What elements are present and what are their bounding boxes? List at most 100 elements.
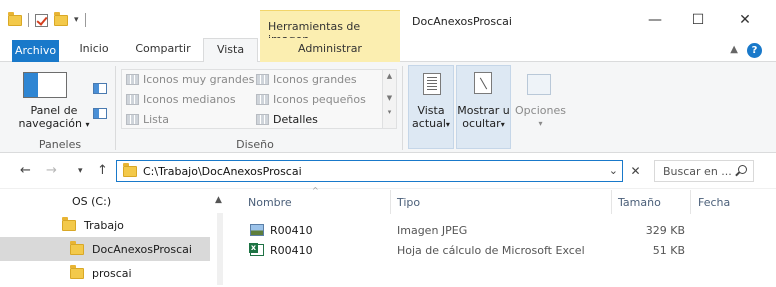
tree-item-trabajo[interactable]: Trabajo (0, 213, 210, 237)
collapse-ribbon-icon[interactable]: ▲ (730, 44, 738, 55)
properties-icon[interactable] (35, 13, 48, 27)
tab-home[interactable]: Inicio (71, 38, 117, 62)
column-separator[interactable] (690, 190, 691, 214)
maximize-button[interactable]: ☐ (675, 8, 721, 32)
new-folder-icon[interactable] (54, 11, 68, 26)
tab-share[interactable]: Compartir (128, 38, 198, 62)
navigation-pane-label-1: Panel de (30, 104, 78, 117)
navigation-pane: OS (C:) Trabajo DocAnexosProscai proscai… (0, 189, 230, 287)
file-type: Hoja de cálculo de Microsoft Excel (397, 244, 585, 257)
tree-item-label: proscai (92, 266, 132, 280)
tab-view[interactable]: Vista (203, 38, 258, 63)
group-separator (402, 66, 403, 150)
file-size: 51 KB (652, 244, 685, 257)
options-button[interactable]: Opciones ▾ (513, 104, 568, 130)
folder-icon (70, 264, 84, 279)
folder-icon (70, 240, 84, 255)
toolbar-separator (84, 13, 86, 27)
minimize-button[interactable]: — (632, 8, 678, 32)
tree-item-docanexosproscai[interactable]: DocAnexosProscai (0, 237, 210, 261)
title-bar: ▾ Herramientas de imagen DocAnexosProsca… (0, 0, 776, 46)
show-hide-label-2: ocultar (462, 117, 501, 130)
navigation-pane-icon (23, 72, 67, 98)
navigation-pane-button[interactable]: Panel de navegación ▾ (16, 104, 92, 131)
show-hide-label-1: Mostrar u (457, 104, 510, 117)
column-separator[interactable] (611, 190, 612, 214)
jpeg-icon (250, 224, 264, 236)
recent-locations-chevron-icon[interactable]: ▾ (78, 166, 83, 176)
column-header-date[interactable]: Fecha (698, 196, 730, 209)
ribbon-tabs: Archivo Inicio Compartir Vista Administr… (0, 38, 776, 63)
scrollbar-thumb[interactable] (217, 213, 223, 285)
tab-file[interactable]: Archivo (12, 40, 59, 62)
search-icon[interactable] (738, 165, 747, 174)
expand-gallery-icon[interactable]: ▾ (383, 108, 396, 116)
navigation-pane-label-2: navegación (18, 117, 82, 130)
tab-manage[interactable]: Administrar (260, 38, 400, 62)
current-view-label-2: actual (412, 117, 446, 130)
group-label-layout: Diseño (236, 138, 274, 151)
current-view-label: Vista actual▾ (408, 104, 454, 131)
tree-item-label: DocAnexosProscai (92, 242, 192, 256)
layout-gallery: Iconos muy grandes Iconos grandes Iconos… (121, 69, 383, 129)
help-icon[interactable]: ? (747, 43, 762, 58)
layout-large-icons[interactable]: Iconos grandes (256, 73, 357, 86)
medium-icons-icon (126, 94, 139, 105)
folder-icon (8, 11, 22, 26)
scroll-up-icon[interactable]: ▲ (215, 195, 222, 205)
group-separator (115, 66, 116, 150)
tree-item-proscai[interactable]: proscai (0, 261, 210, 285)
preview-pane-icon[interactable] (93, 83, 107, 94)
options-chevron-icon: ▾ (538, 119, 543, 128)
layout-gallery-scroll[interactable]: ▲ ▼ ▾ (383, 69, 397, 129)
search-input[interactable]: Buscar en ... (654, 160, 754, 182)
show-hide-label: Mostrar u ocultar▾ (457, 104, 510, 130)
scroll-down-icon[interactable]: ▼ (383, 94, 396, 102)
layout-item-label: Iconos grandes (273, 73, 357, 86)
column-header-name[interactable]: Nombre (248, 196, 292, 209)
list-icon (126, 114, 139, 125)
layout-details[interactable]: Detalles (256, 113, 318, 126)
layout-extra-large-icons[interactable]: Iconos muy grandes (126, 73, 254, 86)
file-row[interactable]: R00410 Hoja de cálculo de Microsoft Exce… (248, 241, 698, 261)
back-arrow-icon[interactable]: ← (20, 163, 31, 178)
column-header-size[interactable]: Tamaño (618, 196, 661, 209)
layout-medium-icons[interactable]: Iconos medianos (126, 93, 236, 106)
customize-toolbar-chevron-icon[interactable]: ▾ (74, 15, 79, 25)
file-type: Imagen JPEG (397, 224, 468, 237)
address-history-chevron-icon[interactable]: ⌄ (609, 164, 618, 177)
address-path[interactable]: C:\Trabajo\DocAnexosProscai (143, 165, 302, 178)
layout-small-icons[interactable]: Iconos pequeños (256, 93, 366, 106)
quick-access-toolbar: ▾ (8, 10, 86, 30)
current-view-label-1: Vista (417, 104, 445, 117)
address-bar[interactable]: C:\Trabajo\DocAnexosProscai ⌄ (116, 160, 623, 182)
up-arrow-icon[interactable]: ↑ (97, 163, 108, 178)
show-hide-icon (474, 72, 492, 94)
window-title: DocAnexosProscai (412, 15, 512, 28)
tree-item-label: Trabajo (84, 218, 124, 232)
search-placeholder: Buscar en ... (663, 165, 732, 178)
excel-icon (249, 243, 264, 256)
file-name: R00410 (270, 224, 313, 237)
forward-arrow-icon[interactable]: → (46, 163, 57, 178)
column-separator[interactable] (390, 190, 391, 214)
clear-address-icon[interactable]: ✕ (627, 160, 644, 182)
details-pane-icon[interactable] (93, 108, 107, 119)
address-row: ← → ▾ ↑ C:\Trabajo\DocAnexosProscai ⌄ ✕ … (0, 153, 776, 189)
file-size: 329 KB (645, 224, 685, 237)
layout-item-label: Lista (143, 113, 169, 126)
file-name: R00410 (270, 244, 313, 257)
navigation-pane-scrollbar[interactable]: ▲ (211, 189, 229, 287)
small-icons-icon (256, 94, 269, 105)
tree-item-os-c[interactable]: OS (C:) (0, 189, 210, 213)
current-view-icon (423, 73, 441, 95)
folder-icon (123, 163, 137, 177)
folder-icon (62, 216, 76, 231)
file-row[interactable]: R00410 Imagen JPEG 329 KB (248, 221, 698, 241)
column-header-type[interactable]: Tipo (397, 196, 420, 209)
options-icon (527, 74, 551, 95)
layout-list[interactable]: Lista (126, 113, 169, 126)
tree-item-label: OS (C:) (72, 194, 112, 208)
close-button[interactable]: ✕ (722, 8, 768, 32)
scroll-up-icon[interactable]: ▲ (383, 72, 396, 80)
